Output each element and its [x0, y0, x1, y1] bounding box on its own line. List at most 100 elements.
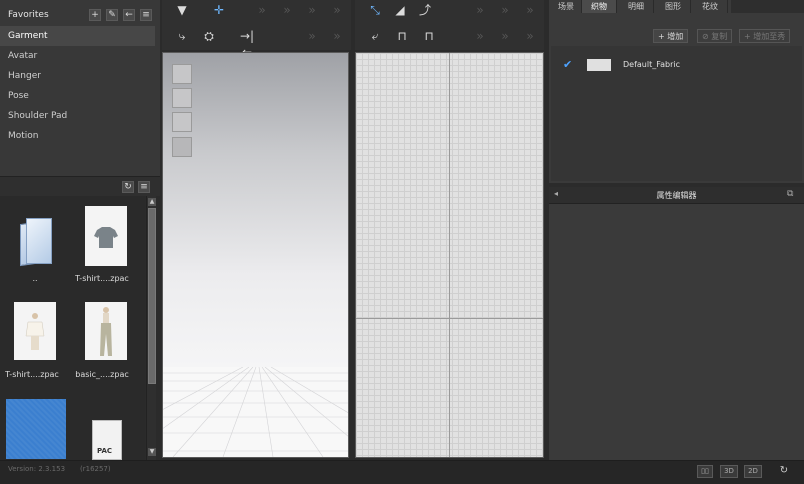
add-icon[interactable]: + — [89, 9, 101, 21]
sidebar-item-motion[interactable]: Motion — [0, 126, 155, 146]
avatar-side-icon[interactable] — [172, 88, 192, 108]
copy-fabric-button[interactable]: ⊘ 复制 — [697, 29, 733, 43]
curve-icon[interactable]: ⤴ — [415, 2, 435, 18]
button-label: 增加至秀 — [753, 32, 786, 41]
favorites-header: Favorites + ✎ ← ≡ — [0, 4, 160, 26]
more-icon[interactable]: » — [470, 28, 490, 44]
fold-icon[interactable]: ⛭ — [199, 28, 219, 44]
fabric-list: ✔ Default_Fabric — [551, 46, 802, 181]
tab-label: 场景 — [558, 2, 574, 11]
add-fabric-button[interactable]: + 增加 — [653, 29, 689, 43]
refresh-icon[interactable]: ↻ — [122, 181, 134, 193]
2d-view-icon[interactable]: 2D — [744, 465, 762, 478]
sidebar-item-garment[interactable]: Garment — [0, 26, 155, 46]
vertical-axis — [449, 53, 450, 457]
more-icon[interactable]: » — [302, 2, 322, 18]
library-item-label: PAC — [97, 447, 113, 455]
more-icon[interactable]: » — [520, 2, 540, 18]
list-icon[interactable]: ≡ — [140, 9, 152, 21]
move-icon[interactable]: ✛ — [209, 2, 229, 18]
tack-icon[interactable]: ⊓ — [419, 28, 439, 44]
library-item-label: basic_....zpac — [75, 370, 129, 379]
more-icon[interactable]: » — [520, 28, 540, 44]
floor-grid — [163, 367, 348, 457]
sidebar-item-label: Garment — [8, 31, 48, 41]
button-label: 复制 — [711, 32, 728, 41]
sidebar-item-label: Shoulder Pad — [8, 111, 68, 121]
blue-fabric-thumbnail[interactable] — [6, 399, 66, 459]
tab-label: 花纹 — [702, 2, 718, 11]
sidebar-item-label: Motion — [8, 131, 39, 141]
split-view-icon[interactable]: ▯▯ — [697, 465, 713, 478]
list-item[interactable]: ✔ Default_Fabric — [551, 56, 802, 74]
tab-label: 明细 — [628, 2, 644, 11]
tab-label: 图形 — [665, 2, 681, 11]
property-editor: ◂ 属性编辑器 ⧉ — [549, 187, 804, 460]
more-icon[interactable]: » — [327, 28, 347, 44]
sidebar-item-shoulder-pad[interactable]: Shoulder Pad — [0, 106, 155, 126]
view-list-icon[interactable]: ≡ — [138, 181, 150, 193]
more-icon[interactable]: » — [470, 2, 490, 18]
tab-label: 织物 — [591, 2, 607, 11]
status-bar: Version: 2.3.153 (r16257) — [0, 460, 804, 484]
2d-pattern-window[interactable] — [355, 52, 544, 458]
edit-icon[interactable]: ✎ — [106, 9, 118, 21]
library-item-label: T-shirt....zpac — [75, 274, 129, 283]
folder-icon[interactable] — [18, 218, 52, 267]
library-item-label: T-shirt....zpac — [5, 370, 59, 379]
scroll-down-icon[interactable]: ▼ — [148, 448, 156, 456]
tab-graphic[interactable]: 图形 — [656, 0, 691, 13]
sidebar-item-label: Hanger — [8, 71, 41, 81]
texture-view-icon[interactable] — [172, 112, 192, 132]
scroll-thumb[interactable] — [148, 208, 156, 384]
sewing-icon[interactable]: →|← — [237, 28, 257, 59]
fabric-swatch — [587, 59, 611, 71]
segment-sew-icon[interactable]: ⤶ — [365, 28, 385, 44]
pac-file-icon[interactable]: PAC — [92, 420, 122, 460]
simulate-icon[interactable]: ⤷ — [172, 28, 192, 44]
sidebar-item-label: Pose — [8, 91, 29, 101]
back-icon[interactable]: ← — [123, 9, 135, 21]
tab-fabric[interactable]: 织物 — [582, 0, 617, 13]
button-label: 增加 — [667, 32, 684, 41]
horizontal-axis — [356, 318, 543, 319]
avatar-front-icon[interactable] — [172, 64, 192, 84]
tab-pattern[interactable]: 花纹 — [693, 0, 728, 13]
build-label: (r16257) — [80, 465, 111, 473]
2d-toolbar: ⤡ ◢ ⤴ » » » ⤶ ⊓ ⊓ » » » — [355, 0, 544, 50]
fabric-name: Default_Fabric — [623, 60, 680, 69]
tab-detail[interactable]: 明细 — [619, 0, 654, 13]
library-scrollbar[interactable]: ▲ ▼ — [146, 196, 156, 460]
sidebar-item-label: Avatar — [8, 51, 38, 61]
transform-icon[interactable]: ⤡ — [365, 2, 385, 18]
pants-avatar-thumbnail[interactable] — [85, 302, 127, 360]
more-icon[interactable]: » — [495, 28, 515, 44]
property-editor-header: ◂ 属性编辑器 ⧉ — [549, 187, 804, 204]
version-label: Version: 2.3.153 — [8, 465, 66, 473]
sidebar-item-avatar[interactable]: Avatar — [0, 46, 155, 66]
more-icon[interactable]: » — [495, 2, 515, 18]
more-icon[interactable]: » — [252, 2, 272, 18]
more-icon[interactable]: » — [277, 2, 297, 18]
tshirt-avatar-thumbnail[interactable] — [14, 302, 56, 360]
property-editor-title: 属性编辑器 — [656, 191, 697, 200]
3d-view-icon[interactable]: 3D — [720, 465, 738, 478]
tab-strip-rest — [731, 0, 804, 13]
more-icon[interactable]: » — [302, 28, 322, 44]
add-to-object-button[interactable]: + 增加至秀 — [739, 29, 791, 43]
edit-point-icon[interactable]: ◢ — [390, 2, 410, 18]
object-browser: 场景 织物 明细 图形 花纹 + 增加 ⊘ 复制 + 增加至秀 ✔ Defaul… — [549, 0, 804, 183]
tshirt-thumbnail[interactable] — [85, 206, 127, 266]
scroll-up-icon[interactable]: ▲ — [148, 198, 156, 206]
avatar-hide-icon[interactable] — [172, 137, 192, 157]
undock-icon[interactable]: ⧉ — [787, 189, 793, 199]
sidebar-item-pose[interactable]: Pose — [0, 86, 155, 106]
free-sew-icon[interactable]: ⊓ — [392, 28, 412, 44]
sidebar-item-hanger[interactable]: Hanger — [0, 66, 155, 86]
more-icon[interactable]: » — [327, 2, 347, 18]
refresh-icon[interactable]: ↻ — [776, 465, 792, 478]
select-icon[interactable]: ▼ — [172, 2, 192, 18]
3d-toolbar: ▼ ✛ » » » » ⤷ ⛭ →|← » » — [162, 0, 351, 59]
library-item-label: .. — [32, 274, 38, 283]
tab-scene[interactable]: 场景 — [551, 0, 582, 13]
